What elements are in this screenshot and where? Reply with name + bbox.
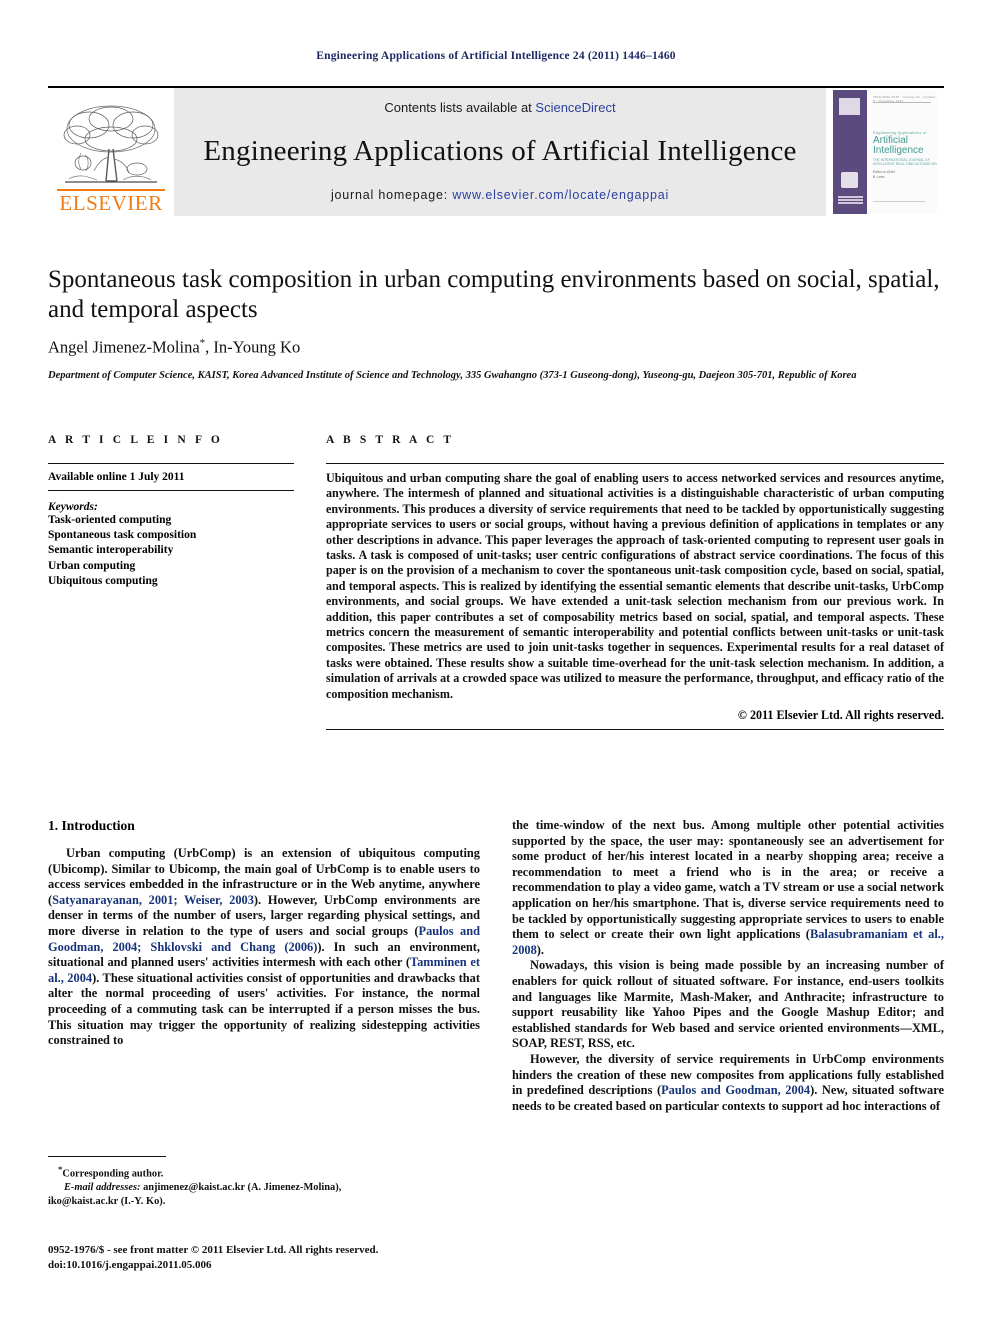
author-name-2: , In-Young Ko <box>205 337 301 357</box>
citation-link[interactable]: Paulos and Goodman, 2004; Shklovski and … <box>48 924 480 954</box>
article-first-page: Engineering Applications of Artificial I… <box>0 0 992 1323</box>
citation-link[interactable]: Balasubramaniam et al., 2008 <box>512 927 944 957</box>
citation-link[interactable]: Satyanarayanan, 2001; Weiser, 2003 <box>52 893 254 907</box>
citation-link[interactable]: Tamminen et al., 2004 <box>48 955 480 985</box>
footnote-text: *Corresponding author. E-mail addresses:… <box>48 1163 480 1208</box>
author-name-1: Angel Jimenez-Molina <box>48 337 200 357</box>
cover-top-rule <box>873 102 931 103</box>
homepage-prefix: journal homepage: <box>330 188 453 202</box>
corresponding-author-label: Corresponding author. <box>62 1168 164 1180</box>
body-column-left: 1. Introduction Urban computing (UrbComp… <box>48 818 480 1114</box>
abstract-heading: A B S T R A C T <box>326 434 455 446</box>
intro-paragraph-right-3: However, the diversity of service requir… <box>512 1051 945 1113</box>
footer-block: 0952-1976/$ - see front matter © 2011 El… <box>48 1243 480 1272</box>
citation-link[interactable]: Paulos and Goodman, 2004 <box>661 1083 810 1097</box>
keyword-item: Ubiquitous computing <box>48 574 158 587</box>
citation-link[interactable]: Paulos and Goodman, 2004 <box>48 924 480 954</box>
journal-cover-thumbnail[interactable]: ISSN 0952-1976 · Volume 24 · Number 8 · … <box>826 88 944 216</box>
email-address-1[interactable]: anjimenez@kaist.ac.kr (A. Jimenez-Molina… <box>140 1182 341 1193</box>
elsevier-tree-icon <box>63 105 159 183</box>
title-block: Spontaneous task composition in urban co… <box>48 265 944 383</box>
cover-meta: Editor-in-Chief B. Lees <box>873 170 895 180</box>
article-info-column: A R T I C L E I N F O Available online 1… <box>48 434 294 730</box>
cover-subtitle: THE INTERNATIONAL JOURNAL OF INTELLIGENT… <box>873 158 937 166</box>
contents-lists-line: Contents lists available at ScienceDirec… <box>384 100 615 115</box>
keyword-item: Urban computing <box>48 559 136 572</box>
page-title: Spontaneous task composition in urban co… <box>48 266 940 323</box>
author-list: Angel Jimenez-Molina*, In-Young Ko <box>48 337 944 358</box>
issn-front-matter-line: 0952-1976/$ - see front matter © 2011 El… <box>48 1244 379 1256</box>
email-addresses-line-2[interactable]: iko@kaist.ac.kr (I.-Y. Ko). <box>48 1195 480 1209</box>
cover-meta-line2: B. Lees <box>873 175 885 179</box>
sciencedirect-link[interactable]: ScienceDirect <box>535 100 615 115</box>
available-online-date: Available online 1 July 2011 <box>48 464 294 491</box>
intro-paragraph-left-1: Urban computing (UrbComp) is an extensio… <box>48 846 481 1048</box>
footnote-block: *Corresponding author. E-mail addresses:… <box>48 1156 480 1208</box>
cover-society-logo-icon <box>841 172 858 188</box>
intro-paragraph-right-1: the time-window of the next bus. Among m… <box>512 818 945 957</box>
keyword-item: Spontaneous task composition <box>48 529 197 542</box>
cover-publisher-logo-icon <box>839 98 860 115</box>
keyword-item: Task-oriented computing <box>48 514 172 526</box>
intro-paragraph-right-2: Nowadays, this vision is being made poss… <box>512 958 944 1051</box>
abstract-column: A B S T R A C T Ubiquitous and urban com… <box>326 434 944 731</box>
cover-title-line2: Intelligence <box>873 145 924 156</box>
running-head: Engineering Applications of Artificial I… <box>316 50 676 62</box>
section-heading-introduction: 1. Introduction <box>48 818 135 833</box>
article-info-heading: A R T I C L E I N F O <box>48 434 223 446</box>
email-addresses-label: E-mail addresses: <box>64 1182 141 1194</box>
copyright-line: © 2011 Elsevier Ltd. All rights reserved… <box>326 708 944 731</box>
abstract-text: Ubiquitous and urban computing share the… <box>326 471 944 701</box>
journal-title: Engineering Applications of Artificial I… <box>203 135 797 167</box>
doi-line[interactable]: doi:10.1016/j.engappai.2011.05.006 <box>48 1258 480 1273</box>
body-columns: 1. Introduction Urban computing (UrbComp… <box>48 818 944 1114</box>
homepage-url-link[interactable]: www.elsevier.com/locate/engappai <box>452 188 669 202</box>
cover-title: Artificial Intelligence <box>873 136 924 156</box>
abstract-rule-top <box>326 463 944 464</box>
keywords-label: Keywords: <box>48 501 98 513</box>
corresponding-author-note: *Corresponding author. <box>48 1163 480 1181</box>
journal-homepage-line: journal homepage: www.elsevier.com/locat… <box>331 188 669 202</box>
footnote-rule <box>48 1156 166 1157</box>
info-abstract-region: A R T I C L E I N F O Available online 1… <box>48 434 944 731</box>
affiliation: Department of Computer Science, KAIST, K… <box>48 369 857 381</box>
body-column-right: the time-window of the next bus. Among m… <box>512 818 944 1114</box>
elsevier-wordmark: ELSEVIER <box>59 191 163 215</box>
cover-band-text-lines <box>838 196 863 208</box>
journal-masthead: ELSEVIER Contents lists available at Sci… <box>48 86 944 216</box>
contents-lists-prefix: Contents lists available at <box>384 100 536 115</box>
keyword-item: Semantic interoperability <box>48 544 174 557</box>
cover-bottom-rule <box>873 201 925 202</box>
masthead-center-band: Contents lists available at ScienceDirec… <box>174 88 826 216</box>
email-addresses-line-1: E-mail addresses: anjimenez@kaist.ac.kr … <box>48 1181 480 1195</box>
keywords-list: Task-oriented computing Spontaneous task… <box>48 513 294 589</box>
elsevier-logo: ELSEVIER <box>48 88 174 216</box>
